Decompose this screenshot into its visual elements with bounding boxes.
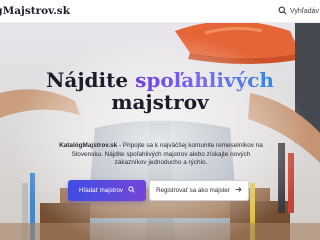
hero-title-line2: majstrov	[111, 90, 209, 114]
search-link-label: Vyhľadáv	[290, 7, 320, 15]
register-craftsman-button[interactable]: Registrovať sa ako majster	[149, 180, 249, 201]
search-icon	[128, 186, 135, 195]
hero-title-line1: Nájdite	[46, 68, 129, 92]
find-craftsmen-label: Hľadať majstrov	[78, 187, 123, 194]
hero-title: Nájdite spoľahlivých majstrov	[20, 69, 300, 113]
hero-description: KatalógMajstrov.sk - Pripojte sa k najvä…	[56, 142, 266, 168]
hero-title-accent: spoľahlivých	[135, 68, 274, 92]
site-logo-text: KatalógMajstrov.sk	[0, 5, 70, 17]
hero-section	[0, 23, 320, 240]
hero-overlay	[0, 23, 320, 240]
register-craftsman-label: Registrovať sa ako majster	[156, 187, 230, 194]
search-link[interactable]: Vyhľadáv	[278, 3, 320, 19]
search-icon	[278, 6, 287, 17]
hero-description-brand: KatalógMajstrov.sk	[59, 142, 118, 149]
find-craftsmen-button[interactable]: Hľadať majstrov	[68, 180, 146, 201]
site-header: KatalógMajstrov.sk Vyhľadáv	[0, 0, 320, 23]
site-logo[interactable]: KatalógMajstrov.sk	[0, 4, 70, 18]
arrow-right-icon	[235, 186, 242, 195]
